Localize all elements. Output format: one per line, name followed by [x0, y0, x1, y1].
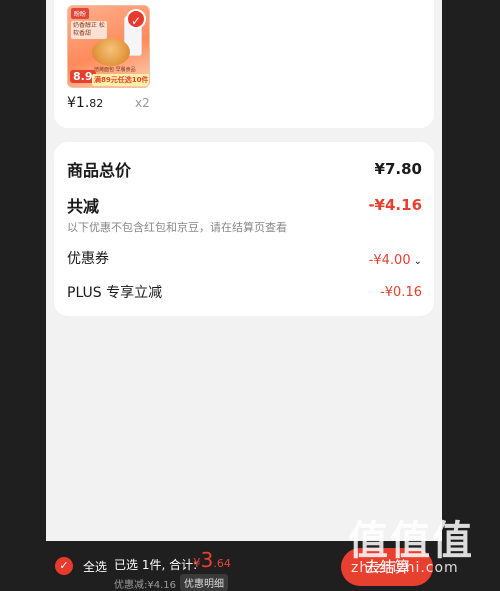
coupon-row[interactable]: 优惠券 -¥4.00 ⌄	[67, 248, 422, 268]
item-quantity: x2	[135, 96, 150, 110]
item-price: ¥1.82	[67, 95, 103, 111]
goods-total-row: 商品总价 ¥7.80	[67, 157, 422, 181]
thumb-promo: 满89元任选10件	[92, 74, 149, 86]
select-all-label[interactable]: 全选	[83, 558, 107, 575]
plus-value: -¥0.16	[380, 284, 422, 300]
total-discount-value: -¥4.16	[368, 196, 422, 214]
checkout-button[interactable]: 去结算	[341, 548, 433, 586]
selected-count: 已选 1件, 合计:	[114, 558, 198, 572]
discount-note: 以下优惠不包含红包和京豆，请在结算页查看	[67, 221, 287, 234]
item-price-int: 1.	[75, 95, 90, 111]
total-amount: ¥3.64	[193, 548, 231, 572]
price-summary-card: 商品总价 ¥7.80 共减 -¥4.16 以下优惠不包含红包和京豆，请在结算页查…	[54, 142, 434, 316]
thumb-promo-subtitle: 焙烤面包 早餐食品	[94, 67, 136, 73]
goods-total-label: 商品总价	[67, 161, 132, 180]
thumb-brand: 盼盼	[71, 8, 90, 19]
coupon-label: 优惠券	[67, 251, 109, 267]
total-int: 3	[200, 548, 214, 572]
coupon-value: -¥4.00	[368, 252, 411, 268]
discount-summary: 优惠减:¥4.16	[114, 580, 176, 591]
item-price-dec: 82	[89, 97, 104, 110]
thumb-tagline: 奶香醇正 松软香甜	[71, 21, 107, 39]
chevron-down-icon[interactable]: ⌄	[414, 256, 422, 267]
bread-image	[92, 38, 130, 66]
plus-discount-row: PLUS 专享立减 -¥0.16	[67, 282, 422, 302]
total-symbol: ¥	[193, 556, 201, 570]
coupon-value-group[interactable]: -¥4.00 ⌄	[369, 249, 422, 268]
item-check-icon[interactable]: ✓	[126, 9, 146, 29]
item-price-symbol: ¥	[67, 95, 76, 111]
total-discount-row: 共减 -¥4.16	[67, 193, 422, 217]
select-all-check-icon[interactable]: ✓	[55, 557, 73, 575]
plus-label: PLUS 专享立减	[67, 285, 163, 301]
total-discount-label: 共减	[67, 197, 100, 216]
goods-total-value: ¥7.80	[374, 160, 422, 178]
total-dec: .64	[213, 557, 231, 570]
discount-detail-button[interactable]: 优惠明细	[180, 574, 228, 591]
